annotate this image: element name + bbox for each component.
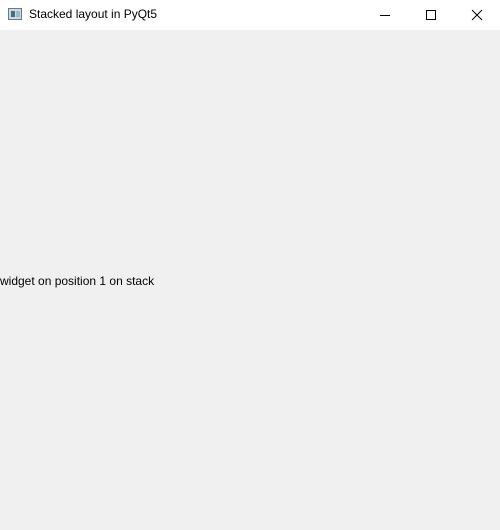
- minimize-button[interactable]: [362, 0, 408, 30]
- app-window: Stacked layout in PyQt5 widget on positi…: [0, 0, 500, 530]
- title-bar[interactable]: Stacked layout in PyQt5: [0, 0, 500, 30]
- close-button[interactable]: [454, 0, 500, 30]
- close-icon: [471, 9, 483, 21]
- maximize-button[interactable]: [408, 0, 454, 30]
- stacked-widget-area: widget on position 1 on stack: [0, 30, 500, 530]
- minimize-icon: [380, 15, 390, 16]
- stack-widget-label: widget on position 1 on stack: [0, 274, 155, 288]
- app-window-icon: [8, 8, 22, 20]
- maximize-icon: [426, 10, 436, 20]
- window-title: Stacked layout in PyQt5: [29, 7, 158, 21]
